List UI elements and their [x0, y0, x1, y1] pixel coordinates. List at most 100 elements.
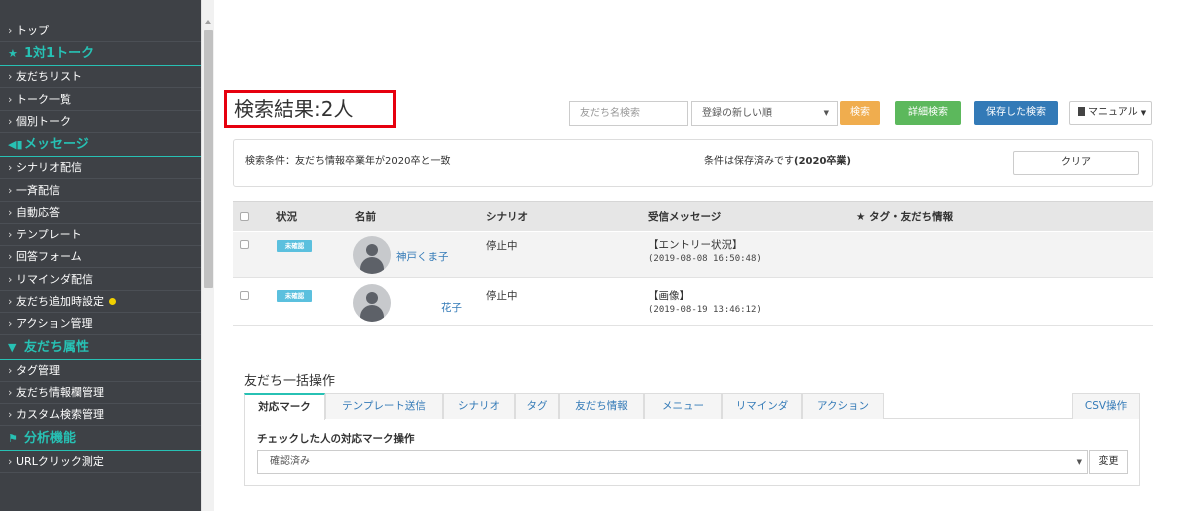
friend-name-link[interactable]: 神戸くま子 — [396, 249, 449, 264]
sidebar-item-15[interactable]: › タグ管理 — [0, 360, 201, 382]
search-condition-panel: 検索条件：友だち情報卒業年が2020卒と一致 条件は保存済みです(2020卒業)… — [233, 139, 1153, 187]
chevron-right-icon: › — [8, 295, 13, 308]
sidebar-item-label: URLクリック測定 — [16, 454, 104, 468]
scroll-up-arrow-icon[interactable] — [205, 20, 211, 24]
sort-order-value: 登録の新しい順 — [702, 108, 772, 119]
chevron-right-icon: › — [8, 205, 13, 219]
tab-scenario[interactable]: シナリオ — [443, 393, 515, 419]
select-all-checkbox[interactable] — [240, 212, 249, 221]
table-row[interactable]: 未確認 神戸くま子 停止中 【エントリー状況】 (2019-08-08 16:5… — [233, 232, 1153, 278]
status-badge: 未確認 — [277, 240, 312, 252]
sidebar-scrollbar[interactable] — [201, 0, 214, 511]
tab-response-mark[interactable]: 対応マーク — [244, 393, 325, 420]
sidebar-item-8[interactable]: › 自動応答 — [0, 202, 201, 224]
chevron-right-icon: › — [8, 70, 13, 84]
tab-friend-info[interactable]: 友だち情報 — [559, 393, 644, 419]
change-button[interactable]: 変更 — [1089, 450, 1128, 474]
search-condition-text: 検索条件：友だち情報卒業年が2020卒と一致 — [245, 156, 451, 167]
sidebar-section-label: 分析機能 — [24, 430, 77, 446]
tab-template-send[interactable]: テンプレート送信 — [325, 393, 443, 419]
avatar[interactable] — [353, 284, 391, 322]
sidebar-item-7[interactable]: › 一斉配信 — [0, 180, 201, 202]
table-row[interactable]: 未確認 花子 停止中 【画像】 (2019-08-19 13:46:12) — [233, 278, 1153, 326]
tab-reminder[interactable]: リマインダ — [722, 393, 802, 419]
sidebar-item-label: 自動応答 — [16, 205, 60, 219]
sidebar-item-label: テンプレート — [16, 228, 82, 242]
status-badge: 未確認 — [277, 290, 312, 302]
sidebar-item-label: トーク一覧 — [16, 92, 71, 106]
received-message[interactable]: 【エントリー状況】 — [648, 237, 743, 252]
manual-label: マニュアル — [1088, 107, 1138, 118]
chevron-right-icon: › — [8, 24, 13, 37]
row-checkbox[interactable] — [240, 291, 249, 300]
section-icon: ▼ — [8, 340, 17, 354]
received-timestamp: (2019-08-08 16:50:48) — [648, 254, 762, 264]
chevron-right-icon: › — [8, 228, 13, 242]
sidebar-item-label: 友だち情報欄管理 — [16, 385, 104, 399]
sidebar-item-19[interactable]: › URLクリック測定 — [0, 451, 201, 473]
chevron-right-icon: › — [8, 408, 13, 422]
sidebar-item-13[interactable]: › アクション管理 — [0, 313, 201, 336]
sidebar: › トップ ★ 1対1トーク › 友だちリスト › トーク一覧 › 個別トーク ◀▮メッセージ › シナ… — [0, 0, 201, 511]
saved-search-button[interactable]: 保存した検索 — [974, 101, 1058, 125]
sidebar-item-11[interactable]: › リマインダ配信 — [0, 269, 201, 291]
header-scenario: シナリオ — [486, 211, 528, 223]
chevron-right-icon: › — [8, 183, 13, 197]
header-received-message: 受信メッセージ — [648, 211, 722, 223]
scenario-status: 停止中 — [486, 240, 518, 252]
sidebar-section-18[interactable]: ⚑ 分析機能 — [0, 427, 201, 451]
sidebar-item-2[interactable]: › 友だちリスト — [0, 66, 201, 89]
sidebar-item-12[interactable]: › 友だち追加時設定 — [0, 291, 201, 313]
chevron-right-icon: › — [8, 454, 13, 468]
page-title: 検索結果:2人 — [224, 90, 396, 128]
sidebar-item-16[interactable]: › 友だち情報欄管理 — [0, 382, 201, 404]
chevron-right-icon: › — [8, 317, 13, 331]
header-name: 名前 — [355, 211, 376, 223]
advanced-search-button[interactable]: 詳細検索 — [895, 101, 961, 125]
sidebar-section-14[interactable]: ▼ 友だち属性 — [0, 336, 201, 360]
scrollbar-thumb[interactable] — [204, 30, 213, 288]
tab-tag[interactable]: タグ — [515, 393, 559, 419]
section-icon: ◀▮ — [8, 138, 23, 152]
section-icon: ★ — [8, 47, 18, 61]
sidebar-section-label: メッセージ — [24, 137, 89, 153]
manual-dropdown[interactable]: マニュアル ▼ — [1069, 101, 1152, 125]
sidebar-item-label: トップ — [16, 24, 49, 37]
tab-action[interactable]: アクション — [802, 393, 884, 419]
sidebar-item-label: カスタム検索管理 — [16, 408, 104, 422]
sidebar-item-17[interactable]: › カスタム検索管理 — [0, 404, 201, 427]
clear-button[interactable]: クリア — [1013, 151, 1139, 175]
search-button[interactable]: 検索 — [840, 101, 880, 125]
tab-csv-operations[interactable]: CSV操作 — [1072, 393, 1140, 419]
sidebar-item-0[interactable]: › トップ — [0, 20, 201, 42]
sidebar-item-3[interactable]: › トーク一覧 — [0, 89, 201, 111]
sidebar-item-10[interactable]: › 回答フォーム — [0, 246, 201, 269]
chevron-right-icon: › — [8, 161, 13, 175]
tab-menu[interactable]: メニュー — [644, 393, 722, 419]
caret-down-icon: ▼ — [1140, 109, 1147, 117]
sidebar-item-label: 友だちリスト — [16, 70, 82, 84]
sidebar-item-label: 回答フォーム — [16, 250, 82, 264]
chevron-right-icon: › — [8, 385, 13, 399]
friend-name-search-input[interactable] — [569, 101, 688, 126]
response-mark-select[interactable]: 確認済み ▼ — [257, 450, 1088, 474]
avatar[interactable] — [353, 236, 391, 274]
sidebar-item-4[interactable]: › 個別トーク — [0, 111, 201, 133]
sidebar-item-9[interactable]: › テンプレート — [0, 224, 201, 247]
sidebar-section-label: 友だち属性 — [24, 339, 90, 355]
sort-order-select[interactable]: 登録の新しい順 ▼ — [691, 101, 838, 126]
sidebar-item-label: 一斉配信 — [16, 183, 60, 197]
sidebar-section-label: 1対1トーク — [24, 46, 95, 62]
sidebar-section-5[interactable]: ◀▮メッセージ — [0, 133, 201, 158]
table-header: 状況 名前 シナリオ 受信メッセージ ★ タグ・友だち情報 — [233, 201, 1153, 231]
saved-prefix: 条件は保存済みです — [704, 156, 794, 167]
bulk-mark-subtitle: チェックした人の対応マーク操作 — [257, 433, 415, 445]
response-mark-value: 確認済み — [270, 456, 310, 467]
row-checkbox[interactable] — [240, 240, 249, 249]
sidebar-item-6[interactable]: › シナリオ配信 — [0, 157, 201, 180]
received-message[interactable]: 【画像】 — [648, 288, 690, 303]
chevron-right-icon: › — [8, 363, 13, 377]
notification-dot-icon — [109, 298, 116, 305]
sidebar-section-1[interactable]: ★ 1対1トーク — [0, 42, 201, 67]
friend-name-link[interactable]: 花子 — [441, 300, 462, 315]
